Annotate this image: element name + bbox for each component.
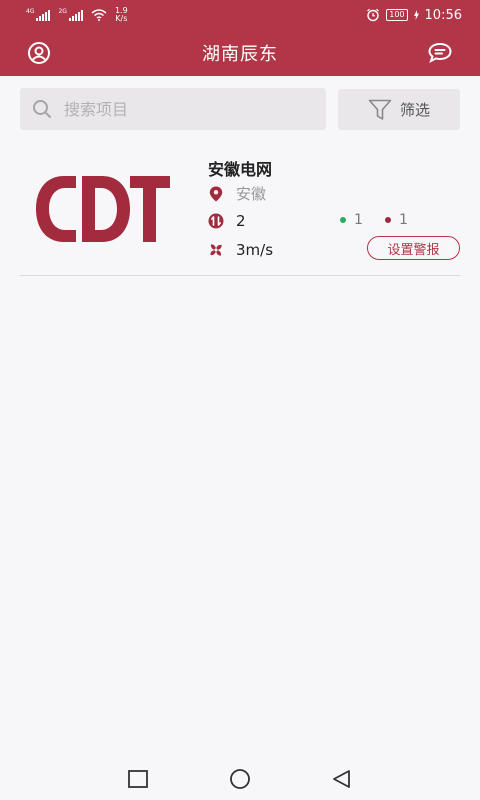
battery-indicator: 100 [386, 9, 408, 21]
filter-button[interactable]: 筛选 [338, 89, 460, 130]
project-logo [36, 176, 170, 242]
charging-icon [413, 10, 419, 20]
signal-tag: 4G [26, 8, 35, 15]
recent-apps-icon[interactable] [127, 768, 149, 790]
home-icon[interactable] [229, 768, 251, 790]
signal-tag: 2G [58, 8, 67, 15]
signal-icon: 2G [58, 8, 83, 21]
search-icon [33, 100, 51, 118]
device-count: 2 [236, 212, 246, 230]
net-speed: 1.9 K/s [115, 7, 128, 23]
signal-icon: 4G [26, 8, 51, 21]
offline-stat: 1 [385, 212, 408, 228]
back-icon[interactable] [331, 768, 353, 790]
app-bar: 湖南辰东 [0, 30, 480, 76]
filter-icon [368, 99, 392, 120]
project-device-row: 2 [208, 212, 246, 230]
user-icon[interactable] [27, 41, 51, 65]
offline-count: 1 [399, 212, 408, 228]
project-location-row: 安徽 [208, 183, 266, 204]
net-speed-unit: K/s [115, 14, 128, 23]
project-name: 安徽电网 [208, 160, 273, 179]
project-location: 安徽 [236, 185, 267, 203]
online-stat: 1 [340, 212, 363, 228]
online-dot [340, 217, 346, 223]
offline-dot [385, 217, 391, 223]
set-alarm-button[interactable]: 设置警报 [367, 236, 460, 260]
status-right: 100 10:56 [366, 8, 462, 23]
status-bar: 4G 2G 1.9 K/s 100 10:56 [0, 0, 480, 30]
location-pin-icon [208, 186, 224, 202]
project-card[interactable]: 安徽电网 安徽 2 1 1 3m/s 设置警报 [20, 148, 460, 276]
status-left: 4G 2G 1.9 K/s [26, 7, 128, 23]
project-wind-row: 3m/s [208, 241, 273, 259]
alarm-clock-icon [367, 8, 380, 22]
clock: 10:56 [424, 7, 462, 23]
wifi-icon [91, 9, 107, 21]
wind-speed: 3m/s [236, 241, 274, 259]
page-title: 湖南辰东 [202, 44, 278, 65]
fan-icon [208, 242, 224, 258]
online-count: 1 [354, 212, 363, 228]
device-count-icon [208, 213, 224, 229]
message-icon[interactable] [427, 41, 453, 65]
search-box [20, 88, 326, 130]
system-nav-bar [0, 756, 480, 800]
filter-label: 筛选 [399, 101, 430, 119]
search-input[interactable] [64, 99, 294, 119]
